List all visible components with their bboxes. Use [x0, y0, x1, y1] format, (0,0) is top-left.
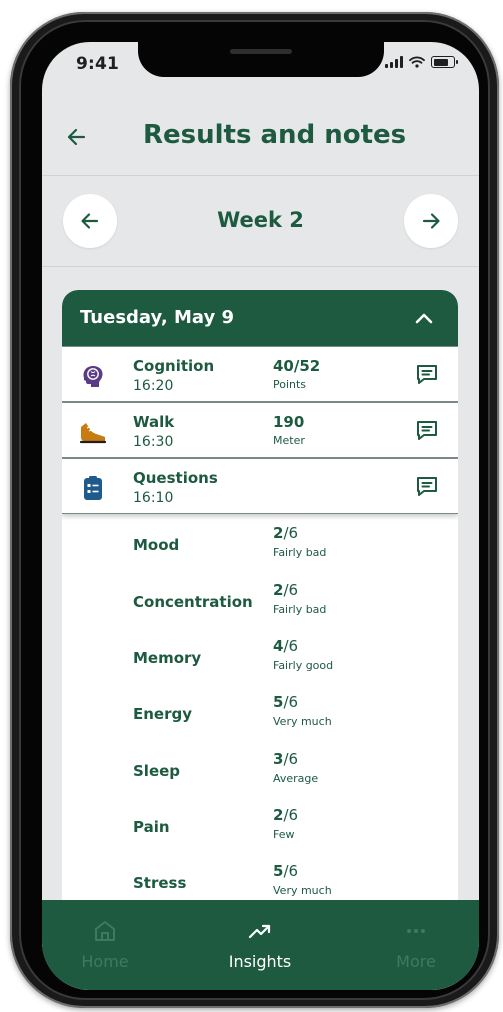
clipboard-icon [84, 476, 102, 500]
activity-time: 16:10 [133, 490, 174, 506]
answer-row-sleep: Sleep 3/6 Average [62, 744, 458, 800]
answer-label: Mood [133, 536, 180, 554]
answer-row-concentration: Concentration 2/6 Fairly bad [62, 575, 458, 631]
answer-score: 2/6 [273, 581, 299, 599]
answer-description: Very much [273, 884, 332, 897]
answer-label: Stress [133, 874, 187, 892]
answer-label: Concentration [133, 593, 253, 611]
answer-label: Sleep [133, 762, 181, 780]
activity-unit: Meter [273, 434, 305, 447]
day-card: Tuesday, May 9 Cognition 16:20 40/52 Poi… [62, 290, 458, 990]
activity-unit: Points [273, 378, 307, 391]
next-week-button[interactable] [404, 194, 458, 248]
page-title: Results and notes [143, 120, 407, 150]
comment-icon[interactable] [414, 473, 440, 499]
home-icon [95, 921, 115, 941]
answer-score: 2/6 [273, 806, 299, 824]
activity-name: Questions [133, 469, 218, 487]
answer-row-memory: Memory 4/6 Fairly good [62, 631, 458, 687]
wifi-icon [409, 56, 425, 68]
tab-more[interactable]: More [356, 900, 476, 990]
activity-name: Cognition [133, 357, 215, 375]
app-screen: 9:41 Results and notes Week 2 Tuesday, M… [42, 42, 479, 990]
answer-score: 5/6 [273, 693, 299, 711]
status-icons [385, 56, 458, 68]
day-header[interactable]: Tuesday, May 9 [62, 290, 458, 346]
more-dots-icon [407, 929, 425, 933]
battery-icon [431, 56, 458, 68]
brain-icon [83, 366, 103, 387]
answer-description: Average [273, 772, 319, 785]
answer-label: Pain [133, 818, 170, 836]
activity-time: 16:30 [133, 434, 174, 450]
comment-icon[interactable] [414, 361, 440, 387]
answer-score: 2/6 [273, 524, 299, 542]
tab-home[interactable]: Home [45, 900, 165, 990]
answer-row-energy: Energy 5/6 Very much [62, 687, 458, 743]
activity-questions[interactable]: Questions 16:10 [62, 458, 458, 514]
answer-score: 5/6 [273, 862, 299, 880]
answer-label: Memory [133, 649, 202, 667]
answer-description: Few [273, 828, 295, 841]
chevron-up-icon[interactable] [414, 310, 434, 326]
activity-value: 40/52 [273, 357, 321, 375]
tab-label: Insights [228, 952, 292, 971]
answer-label: Energy [133, 705, 193, 723]
speaker-grille [230, 49, 292, 54]
activity-time: 16:20 [133, 378, 174, 394]
shoe-icon [79, 423, 107, 444]
trending-up-icon [248, 924, 271, 939]
comment-icon[interactable] [414, 417, 440, 443]
tab-insights[interactable]: Insights [200, 900, 320, 990]
week-navigator: Week 2 [42, 176, 479, 267]
signal-icon [385, 56, 403, 68]
answer-score: 4/6 [273, 637, 299, 655]
answer-description: Very much [273, 715, 332, 728]
activity-value: 190 [273, 413, 305, 431]
activity-walk[interactable]: Walk 16:30 190 Meter [62, 402, 458, 458]
answer-row-pain: Pain 2/6 Few [62, 800, 458, 856]
bottom-tab-bar: Home Insights More [42, 900, 479, 990]
activity-cognition[interactable]: Cognition 16:20 40/52 Points [62, 346, 458, 402]
arrow-right-icon [422, 213, 440, 229]
tab-label: Home [81, 952, 129, 971]
device-notch [138, 42, 384, 77]
answer-description: Fairly bad [273, 546, 327, 559]
back-arrow-icon[interactable] [64, 124, 90, 150]
day-title: Tuesday, May 9 [80, 307, 234, 328]
answer-score: 3/6 [273, 750, 299, 768]
app-header: Results and notes [42, 102, 479, 176]
answer-description: Fairly bad [273, 603, 327, 616]
status-time: 9:41 [76, 54, 120, 74]
activity-name: Walk [133, 413, 175, 431]
answer-description: Fairly good [273, 659, 334, 672]
answer-row-mood: Mood 2/6 Fairly bad [62, 518, 458, 574]
tab-label: More [396, 952, 436, 971]
